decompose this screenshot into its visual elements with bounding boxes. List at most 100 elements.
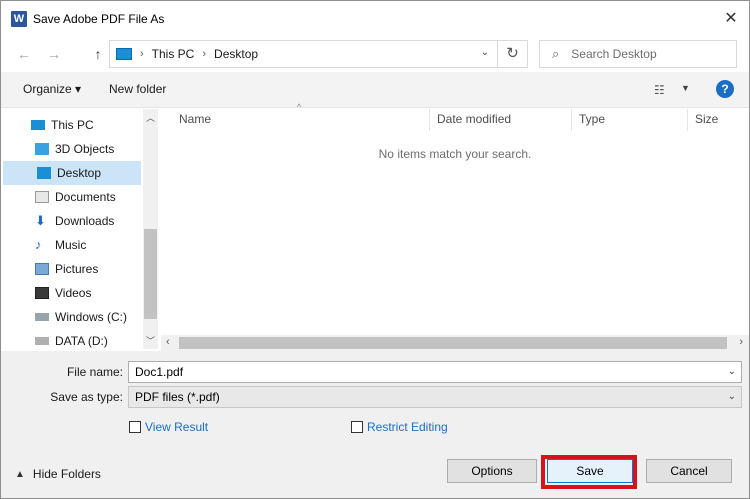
chevron-down-icon[interactable]: ⌄ bbox=[728, 387, 736, 407]
empty-message: No items match your search. bbox=[378, 147, 532, 161]
sidebar-item-label: 3D Objects bbox=[55, 142, 115, 156]
close-button[interactable]: ✕ bbox=[721, 9, 741, 29]
sort-caret-icon: ^ bbox=[297, 102, 302, 112]
cancel-button[interactable]: Cancel bbox=[646, 459, 732, 483]
sidebar-item-label: Downloads bbox=[55, 214, 115, 228]
restrict-editing-option[interactable]: Restrict Editing bbox=[351, 420, 448, 434]
sidebar-item-documents[interactable]: Documents bbox=[35, 185, 141, 209]
close-icon: ✕ bbox=[724, 10, 738, 27]
column-header-size[interactable]: Size bbox=[695, 109, 718, 131]
desktop-icon bbox=[37, 167, 51, 179]
chevron-down-icon[interactable]: ﹀ bbox=[146, 334, 155, 347]
view-result-option[interactable]: View Result bbox=[129, 420, 208, 434]
options-button[interactable]: Options bbox=[447, 459, 537, 483]
save-highlight-outline bbox=[541, 455, 637, 489]
new-folder-button[interactable]: New folder bbox=[109, 82, 166, 96]
filelist-scrollbar[interactable]: ‹ › bbox=[161, 335, 749, 351]
dialog-title: Save Adobe PDF File As bbox=[33, 12, 165, 26]
column-header-type[interactable]: Type bbox=[579, 109, 605, 131]
chevron-down-icon[interactable]: ⌄ bbox=[481, 47, 489, 58]
file-name-field[interactable]: Doc1.pdf ⌄ bbox=[128, 361, 742, 383]
navigation-bar: ← → ↑ › This PC › Desktop ⌄ ↻ ⌕ bbox=[1, 37, 749, 71]
scrollbar-thumb[interactable] bbox=[179, 337, 727, 349]
restrict-editing-checkbox[interactable] bbox=[351, 421, 363, 433]
search-input[interactable] bbox=[569, 46, 720, 62]
music-icon: ♪ bbox=[35, 237, 42, 252]
search-icon: ⌕ bbox=[552, 46, 560, 61]
arrow-up-icon: ↑ bbox=[94, 46, 102, 62]
toolbar: Organize ▾ New folder ☷ ▼ ? bbox=[1, 72, 749, 108]
chevron-down-icon[interactable]: ▼ bbox=[681, 83, 690, 93]
up-button[interactable]: ↑ bbox=[89, 45, 107, 63]
sidebar-item-label: Desktop bbox=[57, 166, 102, 180]
address-bar[interactable]: › This PC › Desktop ⌄ bbox=[109, 40, 498, 68]
breadcrumb-this-pc[interactable]: This PC bbox=[152, 47, 195, 61]
search-box[interactable]: ⌕ bbox=[539, 40, 737, 68]
scrollbar-thumb[interactable] bbox=[144, 229, 157, 319]
view-options-icon[interactable]: ☷ bbox=[654, 83, 665, 97]
view-result-label[interactable]: View Result bbox=[145, 420, 208, 434]
column-divider[interactable] bbox=[571, 109, 572, 131]
save-as-type-value: PDF files (*.pdf) bbox=[135, 390, 220, 404]
column-header-date-modified[interactable]: Date modified bbox=[437, 109, 511, 131]
save-form: File name: Doc1.pdf ⌄ Save as type: PDF … bbox=[1, 351, 749, 498]
picture-icon bbox=[35, 263, 49, 275]
file-name-label: File name: bbox=[66, 365, 123, 379]
sidebar-item-data-d[interactable]: DATA (D:) bbox=[35, 329, 141, 353]
document-icon bbox=[35, 191, 49, 203]
back-button[interactable]: ← bbox=[15, 45, 33, 63]
chevron-down-icon[interactable]: ⌄ bbox=[728, 362, 736, 382]
chevron-left-icon[interactable]: ‹ bbox=[166, 336, 170, 348]
sidebar-item-desktop[interactable]: Desktop bbox=[3, 161, 141, 185]
restrict-editing-label[interactable]: Restrict Editing bbox=[367, 420, 448, 434]
refresh-button[interactable]: ↻ bbox=[498, 40, 528, 68]
sidebar-item-label: This PC bbox=[51, 118, 94, 132]
sidebar-item-label: Windows (C:) bbox=[55, 310, 128, 324]
file-list: ^ Name Date modified Type Size No items … bbox=[161, 102, 749, 351]
sidebar-item-label: Documents bbox=[55, 190, 116, 204]
pc-icon bbox=[116, 48, 132, 60]
cube-icon bbox=[35, 143, 49, 155]
chevron-right-icon[interactable]: › bbox=[739, 336, 743, 348]
sidebar-item-music[interactable]: ♪ Music bbox=[35, 233, 141, 257]
save-as-type-label: Save as type: bbox=[50, 390, 123, 404]
save-dialog: W Save Adobe PDF File As ✕ ← → ↑ › This … bbox=[0, 0, 750, 499]
sidebar-item-3d-objects[interactable]: 3D Objects bbox=[35, 137, 141, 161]
refresh-icon: ↻ bbox=[506, 45, 519, 62]
column-divider[interactable] bbox=[429, 109, 430, 131]
hide-folders-toggle[interactable]: ▲ Hide Folders bbox=[15, 467, 101, 481]
sidebar-item-downloads[interactable]: ⬇ Downloads bbox=[35, 209, 141, 233]
breadcrumb-desktop[interactable]: Desktop bbox=[214, 47, 258, 61]
chevron-up-icon[interactable]: ︿ bbox=[146, 111, 155, 124]
help-icon[interactable]: ? bbox=[716, 80, 734, 98]
sidebar-scrollbar[interactable]: ︿ ﹀ bbox=[143, 109, 158, 349]
download-icon: ⬇ bbox=[35, 213, 46, 228]
forward-button[interactable]: → bbox=[45, 45, 63, 63]
sidebar-item-pictures[interactable]: Pictures bbox=[35, 257, 141, 281]
arrow-right-icon: → bbox=[47, 46, 61, 62]
chevron-up-icon: ▲ bbox=[15, 468, 25, 480]
sidebar-item-this-pc[interactable]: This PC bbox=[31, 113, 141, 137]
video-icon bbox=[35, 287, 49, 299]
navigation-pane: This PC 3D Objects Desktop Documents ⬇ D… bbox=[1, 109, 159, 349]
sidebar-item-videos[interactable]: Videos bbox=[35, 281, 141, 305]
sidebar-item-label: DATA (D:) bbox=[55, 334, 108, 348]
column-header-name[interactable]: Name bbox=[179, 109, 211, 131]
title-bar: W Save Adobe PDF File As ✕ bbox=[1, 1, 749, 37]
chevron-right-icon: › bbox=[202, 48, 207, 60]
save-as-type-select[interactable]: PDF files (*.pdf) ⌄ bbox=[128, 386, 742, 408]
sidebar-item-label: Videos bbox=[55, 286, 92, 300]
sidebar-item-windows-c[interactable]: Windows (C:) bbox=[35, 305, 141, 329]
sidebar-item-label: Music bbox=[55, 238, 87, 252]
drive-icon bbox=[35, 337, 49, 345]
pc-icon bbox=[31, 120, 45, 130]
organize-button[interactable]: Organize ▾ bbox=[23, 82, 81, 96]
arrow-left-icon: ← bbox=[17, 46, 31, 62]
word-app-icon: W bbox=[11, 11, 27, 27]
chevron-right-icon: › bbox=[140, 48, 144, 60]
view-result-checkbox[interactable] bbox=[129, 421, 141, 433]
sidebar-item-label: Pictures bbox=[55, 262, 99, 276]
hide-folders-label: Hide Folders bbox=[32, 467, 101, 481]
column-divider[interactable] bbox=[687, 109, 688, 131]
file-name-value: Doc1.pdf bbox=[135, 365, 184, 379]
